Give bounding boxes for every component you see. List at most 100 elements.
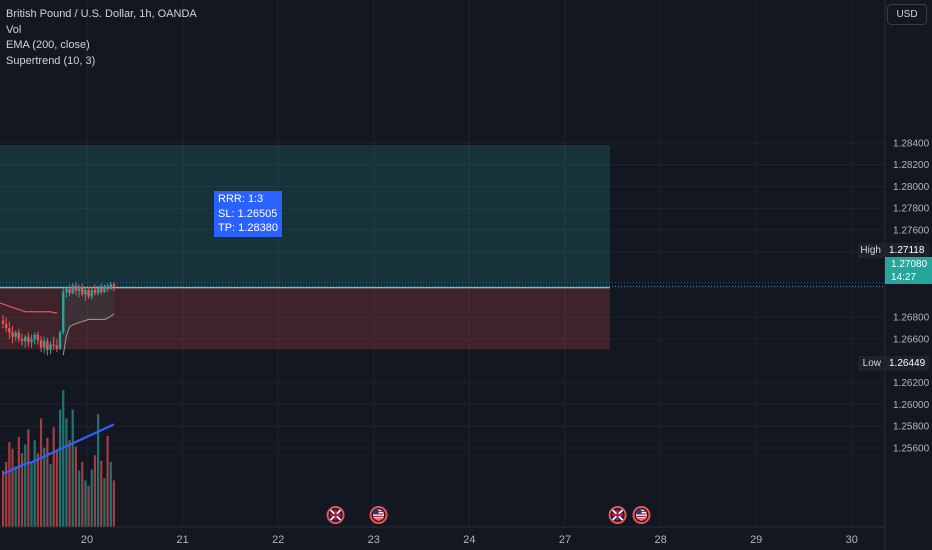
- currency-button[interactable]: USD: [887, 4, 927, 25]
- us-flag-icon[interactable]: [369, 506, 388, 524]
- candle-body[interactable]: [71, 285, 74, 294]
- time-tick-label: 23: [368, 534, 380, 546]
- volume-bar: [87, 485, 90, 527]
- candle-body[interactable]: [109, 284, 112, 289]
- candle-body[interactable]: [27, 336, 30, 343]
- time-tick-label: 20: [81, 534, 93, 546]
- candle-body[interactable]: [65, 288, 68, 293]
- profit-zone[interactable]: [0, 144, 610, 288]
- bar-countdown: 14:27: [891, 272, 917, 283]
- indicator-ema[interactable]: EMA (200, close): [6, 38, 197, 54]
- uk-flag-icon[interactable]: [326, 506, 345, 524]
- indicator-vol[interactable]: Vol: [6, 23, 197, 39]
- tp-text: TP: 1.28380: [218, 222, 278, 234]
- volume-bar: [1, 470, 5, 527]
- volume-bar: [27, 429, 30, 527]
- volume-bar: [84, 480, 87, 527]
- candle-body[interactable]: [52, 344, 55, 346]
- volume-bar: [33, 440, 36, 527]
- candle-body[interactable]: [77, 286, 81, 292]
- price-axis: 1.284001.282001.280001.278001.276001.274…: [893, 138, 930, 454]
- price-tick-label: 1.27600: [893, 226, 930, 237]
- volume-bar: [39, 418, 43, 527]
- high-price-tag: 1.27118: [885, 243, 929, 258]
- volume-bar: [93, 455, 97, 527]
- candle-body[interactable]: [36, 334, 40, 341]
- candle-body[interactable]: [58, 332, 62, 349]
- price-chart[interactable]: 1.284001.282001.280001.278001.276001.274…: [0, 0, 932, 550]
- time-tick-label: 24: [463, 534, 475, 546]
- candle-body[interactable]: [17, 332, 21, 339]
- volume-bar: [14, 466, 17, 527]
- volume-bar: [62, 390, 65, 527]
- volume-bar: [90, 469, 93, 527]
- time-tick-label: 21: [176, 534, 188, 546]
- volume-bar: [24, 444, 27, 527]
- price-tick-label: 1.25800: [893, 422, 930, 433]
- volume-bar: [81, 461, 84, 527]
- volume-bar: [8, 442, 11, 527]
- candle-body[interactable]: [112, 284, 116, 287]
- volume-bar: [106, 435, 109, 527]
- chart-legend: British Pound / U.S. Dollar, 1h, OANDA V…: [6, 7, 197, 69]
- candle-body[interactable]: [68, 288, 71, 294]
- sl-text: SL: 1.26505: [218, 207, 278, 220]
- price-tick-label: 1.27800: [893, 204, 930, 215]
- volume-bar: [74, 446, 78, 527]
- volume-bar: [65, 418, 68, 527]
- candle-body[interactable]: [43, 341, 46, 348]
- volume-bar: [55, 450, 58, 527]
- candle-body[interactable]: [1, 320, 5, 324]
- candle-body[interactable]: [62, 292, 65, 333]
- candle-body[interactable]: [46, 341, 49, 350]
- candle-body[interactable]: [20, 339, 24, 342]
- candle-body[interactable]: [8, 328, 11, 333]
- price-tick-label: 1.28400: [893, 138, 930, 149]
- candle-body[interactable]: [93, 289, 97, 294]
- candle-body[interactable]: [84, 289, 87, 295]
- candle-body[interactable]: [23, 336, 27, 342]
- flag-canton: [636, 510, 642, 514]
- candle-body[interactable]: [103, 286, 106, 293]
- volume-bar: [71, 409, 74, 527]
- candle-body[interactable]: [100, 287, 103, 293]
- candle-body[interactable]: [55, 345, 59, 349]
- symbol-title[interactable]: British Pound / U.S. Dollar, 1h, OANDA: [6, 7, 197, 23]
- volume-bar: [17, 436, 20, 527]
- candle-body[interactable]: [33, 334, 36, 339]
- candle-body[interactable]: [74, 285, 78, 292]
- time-tick-label: 28: [654, 534, 666, 546]
- candle-body[interactable]: [96, 287, 100, 294]
- time-tick-label: 30: [846, 534, 858, 546]
- low-price-tag: 1.26449: [885, 356, 929, 371]
- time-tick-label: 22: [272, 534, 284, 546]
- candle-body[interactable]: [49, 344, 52, 350]
- time-axis: 20 21 22 23 24 27 28 29 30: [81, 534, 858, 546]
- price-tick-label: 1.26200: [893, 378, 930, 389]
- volume-bar: [77, 470, 81, 527]
- candle-body[interactable]: [90, 289, 93, 297]
- volume-bar: [103, 478, 106, 527]
- rrr-text: RRR: 1:3: [218, 193, 264, 205]
- position-info-label: RRR: 1:3 SL: 1.26505 TP: 1.28380: [214, 191, 282, 237]
- candle-body[interactable]: [87, 289, 90, 297]
- price-tick-label: 1.28200: [893, 160, 930, 171]
- candle-body[interactable]: [30, 339, 33, 343]
- candle-body[interactable]: [11, 332, 14, 337]
- candle-body[interactable]: [4, 323, 8, 329]
- last-price-tag: 1.27080 14:27: [885, 257, 932, 284]
- indicator-supertrend[interactable]: Supertrend (10, 3): [6, 54, 197, 70]
- uk-flag-icon[interactable]: [608, 506, 627, 524]
- volume-bar: [58, 409, 62, 527]
- candle-body[interactable]: [81, 286, 84, 295]
- candle-body[interactable]: [106, 286, 109, 289]
- price-tick-label: 1.26000: [893, 400, 930, 411]
- long-position-tool: [0, 144, 885, 350]
- candle-body[interactable]: [39, 340, 43, 348]
- volume-bar: [68, 440, 71, 527]
- time-tick-label: 27: [559, 534, 571, 546]
- volume-bar: [109, 461, 112, 527]
- high-label: High: [858, 243, 886, 258]
- candle-body[interactable]: [14, 332, 17, 337]
- us-flag-icon[interactable]: [632, 506, 651, 524]
